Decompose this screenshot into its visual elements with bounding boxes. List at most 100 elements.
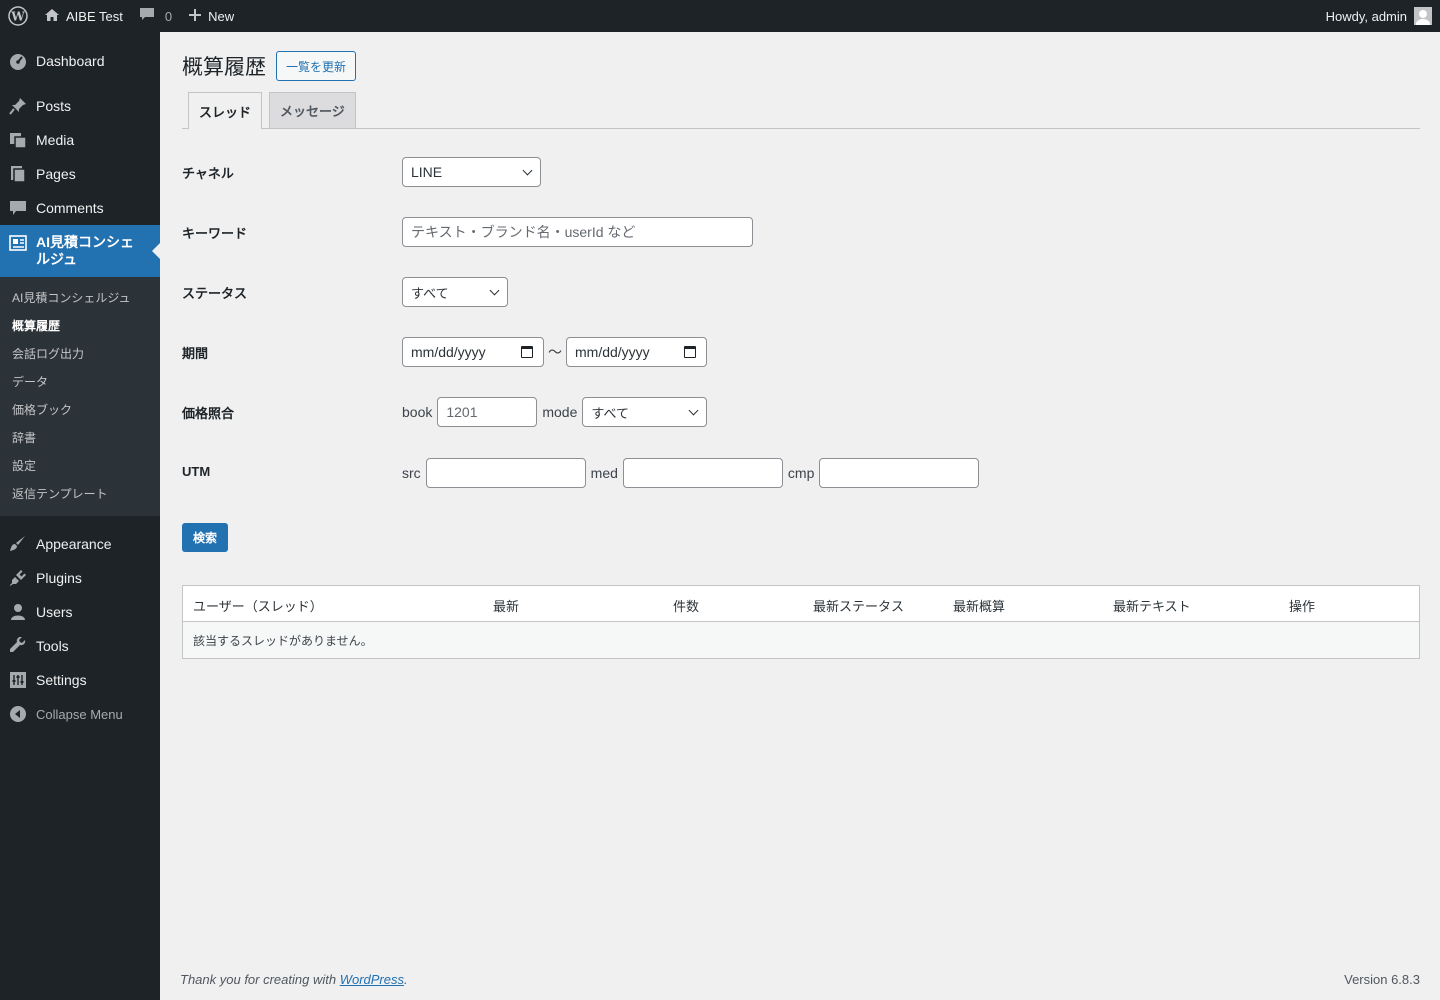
menu-label: Settings — [36, 672, 87, 688]
book-value: 1201 — [446, 404, 478, 420]
chevron-down-icon — [489, 285, 500, 296]
menu-item-posts[interactable]: Posts — [0, 89, 160, 123]
channel-label: チャネル — [182, 166, 234, 181]
mode-select[interactable]: すべて — [582, 397, 708, 427]
period-separator: 〜 — [548, 344, 562, 360]
plugin-icon — [9, 569, 27, 587]
refresh-list-button[interactable]: 一覧を更新 — [276, 51, 357, 81]
cmp-label: cmp — [787, 465, 815, 481]
menu-label: Dashboard — [36, 53, 105, 69]
submenu-item-settings[interactable]: 設定 — [0, 452, 160, 480]
wordpress-logo-icon[interactable]: W — [0, 0, 36, 32]
site-name-link[interactable]: AIBE Test — [36, 0, 131, 32]
menu-item-users[interactable]: Users — [0, 595, 160, 629]
submenu-item-log-export[interactable]: 会話ログ出力 — [0, 340, 160, 368]
wordpress-link[interactable]: WordPress — [340, 972, 404, 987]
brush-icon — [9, 535, 27, 553]
user-icon — [9, 603, 27, 621]
site-name: AIBE Test — [66, 8, 123, 24]
plus-icon — [188, 8, 202, 25]
column-header-user[interactable]: ユーザー（スレッド） — [193, 596, 323, 615]
book-label: book — [402, 404, 433, 420]
howdy-text: Howdy, admin — [1325, 8, 1407, 24]
my-account-link[interactable]: Howdy, admin — [1318, 0, 1440, 32]
home-icon — [44, 8, 60, 25]
status-label: ステータス — [182, 286, 248, 301]
column-header-latest-status[interactable]: 最新ステータス — [813, 596, 904, 615]
utm-cmp-input[interactable] — [819, 458, 980, 488]
mode-select-value: すべて — [591, 405, 629, 421]
book-input[interactable]: 1201 — [437, 397, 538, 427]
period-label: 期間 — [182, 346, 209, 361]
menu-item-comments[interactable]: Comments — [0, 191, 160, 225]
date-from-input[interactable]: mm/dd/yyyy — [402, 337, 544, 367]
submenu-item-price-book[interactable]: 価格ブック — [0, 396, 160, 424]
avatar — [1414, 7, 1432, 25]
menu-label: Comments — [36, 200, 104, 216]
menu-item-tools[interactable]: Tools — [0, 629, 160, 663]
submenu-item-estimate-history[interactable]: 概算履歴 — [0, 312, 160, 340]
table-header: ユーザー（スレッド） 最新 件数 最新ステータス 最新概算 最新テキスト 操作 — [183, 586, 1419, 622]
menu-item-dashboard[interactable]: Dashboard — [0, 44, 160, 78]
menu-item-media[interactable]: Media — [0, 123, 160, 157]
admin-bar: W AIBE Test 0 New Howdy, admin — [0, 0, 1440, 32]
tab-threads[interactable]: スレッド — [188, 92, 263, 129]
menu-item-appearance[interactable]: Appearance — [0, 527, 160, 561]
submenu-item-dictionary[interactable]: 辞書 — [0, 424, 160, 452]
keyword-input[interactable]: テキスト・ブランド名・userId など — [402, 217, 753, 247]
column-header-latest[interactable]: 最新 — [493, 596, 519, 615]
channel-select-value: LINE — [411, 164, 443, 180]
comment-icon — [139, 7, 155, 25]
page-title: 概算履歴 — [182, 56, 266, 79]
menu-item-pages[interactable]: Pages — [0, 157, 160, 191]
pages-icon — [9, 165, 27, 183]
comments-link[interactable]: 0 — [131, 0, 180, 32]
tab-messages[interactable]: メッセージ — [269, 92, 356, 128]
footer: Thank you for creating with WordPress. V… — [180, 972, 1420, 987]
status-select-value: すべて — [411, 285, 449, 301]
column-header-count[interactable]: 件数 — [673, 596, 699, 615]
comment-icon — [9, 199, 27, 217]
plugin-page-icon — [9, 234, 27, 252]
date-to-input[interactable]: mm/dd/yyyy — [566, 337, 707, 367]
submenu-item-data[interactable]: データ — [0, 368, 160, 396]
menu-label: AI見積コンシェルジュ — [36, 234, 134, 267]
collapse-arrow-icon — [9, 705, 27, 723]
new-content-link[interactable]: New — [180, 0, 242, 32]
new-label: New — [208, 8, 235, 24]
search-button[interactable]: 検索 — [182, 523, 229, 552]
menu-item-ai-concierge[interactable]: AI見積コンシェルジュ — [0, 225, 160, 277]
utm-src-input[interactable] — [425, 458, 586, 488]
empty-message: 該当するスレッドがありません。 — [193, 633, 373, 648]
menu-label: Appearance — [36, 536, 112, 552]
submenu-item-ai-concierge[interactable]: AI見積コンシェルジュ — [0, 284, 160, 312]
tab-bar: スレッド メッセージ — [182, 92, 1420, 129]
status-select[interactable]: すべて — [402, 277, 508, 307]
threads-table: ユーザー（スレッド） 最新 件数 最新ステータス 最新概算 最新テキスト 操作 … — [182, 585, 1420, 659]
thanks-suffix: . — [404, 972, 408, 987]
thanks-prefix: Thank you for creating with — [180, 972, 340, 987]
chevron-down-icon — [522, 165, 533, 176]
keyword-placeholder: テキスト・ブランド名・userId など — [411, 224, 636, 240]
pin-icon — [9, 97, 27, 115]
collapse-menu-button[interactable]: Collapse Menu — [0, 697, 160, 731]
column-header-latest-text[interactable]: 最新テキスト — [1113, 596, 1191, 615]
menu-item-settings[interactable]: Settings — [0, 663, 160, 697]
calendar-icon[interactable] — [521, 346, 533, 358]
channel-select[interactable]: LINE — [402, 157, 541, 187]
menu-item-plugins[interactable]: Plugins — [0, 561, 160, 595]
menu-label: Tools — [36, 638, 69, 654]
table-empty-row: 該当するスレッドがありません。 — [183, 622, 1419, 658]
wrench-icon — [9, 637, 27, 655]
submenu-item-reply-templates[interactable]: 返信テンプレート — [0, 480, 160, 508]
column-header-latest-estimate[interactable]: 最新概算 — [953, 596, 1005, 615]
dashboard-icon — [9, 52, 27, 70]
utm-med-input[interactable] — [622, 458, 783, 488]
src-label: src — [402, 465, 421, 481]
keyword-label: キーワード — [182, 226, 248, 241]
menu-label: Media — [36, 132, 75, 148]
main-content: 概算履歴 一覧を更新 スレッド メッセージ チャネル LINE キーワード テキ… — [182, 32, 1420, 659]
collapse-label: Collapse Menu — [36, 706, 123, 722]
version-text: Version 6.8.3 — [1344, 972, 1420, 987]
calendar-icon[interactable] — [684, 346, 696, 358]
